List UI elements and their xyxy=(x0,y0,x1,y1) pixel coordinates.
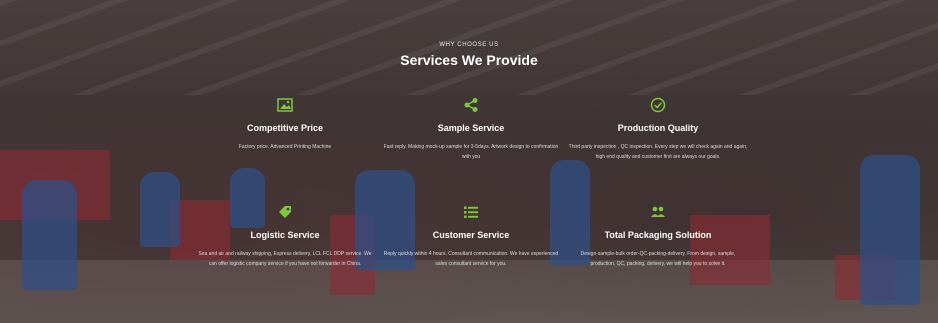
service-title: Customer Service xyxy=(432,230,510,240)
list-icon xyxy=(464,206,478,218)
section-eyebrow: WHY CHOOSE US xyxy=(439,42,499,48)
service-card-customer-service: Customer Service Reply quickly within 4 … xyxy=(381,204,561,269)
service-title: Sample Service xyxy=(437,123,505,133)
section-title: Services We Provide xyxy=(400,52,538,68)
service-title: Production Quality xyxy=(617,123,699,133)
check-circle-icon xyxy=(650,97,666,113)
service-description: Factory price. Advanced Printing Machine xyxy=(238,144,332,150)
service-card-sample-service: Sample Service Fast reply. Making mock-u… xyxy=(381,97,561,162)
service-title: Total Packaging Solution xyxy=(604,230,712,240)
content-overlay: WHY CHOOSE US Services We Provide Compet… xyxy=(0,0,938,323)
service-card-production-quality: Production Quality Third party inspectio… xyxy=(568,97,748,162)
share-icon xyxy=(464,98,478,112)
service-title: Competitive Price xyxy=(246,123,324,133)
service-description: Reply quickly within 4 hours. Consultant… xyxy=(383,251,559,267)
tag-icon xyxy=(279,206,291,218)
service-card-logistic-service: Logistic Service Sea and air and railway… xyxy=(195,204,375,269)
service-card-total-packaging-solution: Total Packaging Solution Design-sample-b… xyxy=(568,204,748,269)
services-hero: WHY CHOOSE US Services We Provide Compet… xyxy=(0,0,938,323)
image-icon xyxy=(277,98,293,112)
service-title: Logistic Service xyxy=(250,230,320,240)
service-description: Design-sample-bulk order-QC-packing-deli… xyxy=(580,251,736,267)
service-card-competitive-price: Competitive Price Factory price. Advance… xyxy=(195,97,375,152)
service-description: Sea and air and railway shipping, Expres… xyxy=(198,251,372,267)
service-description: Fast reply. Making mock-up sample for 3-… xyxy=(383,144,559,160)
people-icon xyxy=(651,206,665,217)
service-description: Third party inspection , QC inspection. … xyxy=(568,144,748,160)
